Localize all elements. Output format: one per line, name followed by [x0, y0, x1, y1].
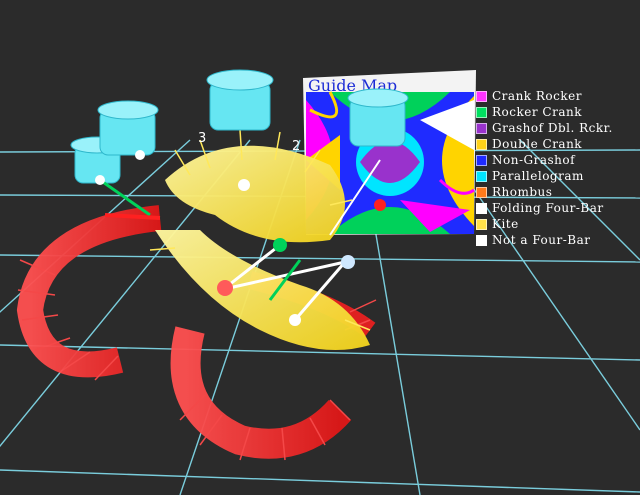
3d-viewport[interactable]: Guide Map 3 2 Crank Rocker Rocker Crank …: [0, 0, 640, 495]
legend-item: Double Crank: [476, 136, 636, 152]
legend-label: Rocker Crank: [492, 105, 582, 119]
legend-label: Rhombus: [492, 185, 553, 199]
legend-label: Parallelogram: [492, 169, 584, 183]
legend-label: Grashof Dbl. Rckr.: [492, 121, 613, 135]
legend-item: Not a Four-Bar: [476, 232, 636, 248]
legend-swatch: [476, 170, 487, 182]
axis-mark-2: 2: [292, 139, 300, 154]
legend-label: Double Crank: [492, 137, 583, 151]
legend-item: Kite: [476, 216, 636, 232]
legend-item: Grashof Dbl. Rckr.: [476, 120, 636, 136]
legend-label: Crank Rocker: [492, 89, 582, 103]
legend-swatch: [476, 122, 487, 134]
legend-swatch: [476, 234, 487, 246]
legend-item: Rocker Crank: [476, 104, 636, 120]
legend-swatch: [476, 186, 487, 198]
cylinder-4: [347, 88, 409, 147]
legend-label: Kite: [492, 217, 519, 231]
legend-label: Folding Four-Bar: [492, 201, 604, 215]
legend-swatch: [476, 202, 487, 214]
legend-item: Folding Four-Bar: [476, 200, 636, 216]
legend-label: Not a Four-Bar: [492, 233, 591, 247]
legend-swatch: [476, 90, 487, 102]
cylinder-3: [206, 69, 274, 131]
legend-item: Parallelogram: [476, 168, 636, 184]
legend-swatch: [476, 138, 487, 150]
legend-label: Non-Grashof: [492, 153, 576, 167]
legend-swatch: [476, 154, 487, 166]
legend-item: Non-Grashof: [476, 152, 636, 168]
axis-mark-3: 3: [198, 131, 206, 146]
legend-item: Crank Rocker: [476, 88, 636, 104]
legend-item: Rhombus: [476, 184, 636, 200]
legend-swatch: [476, 106, 487, 118]
cylinder-2: [97, 100, 159, 156]
legend-swatch: [476, 218, 487, 230]
classification-legend: Crank Rocker Rocker Crank Grashof Dbl. Rck…: [476, 88, 636, 248]
